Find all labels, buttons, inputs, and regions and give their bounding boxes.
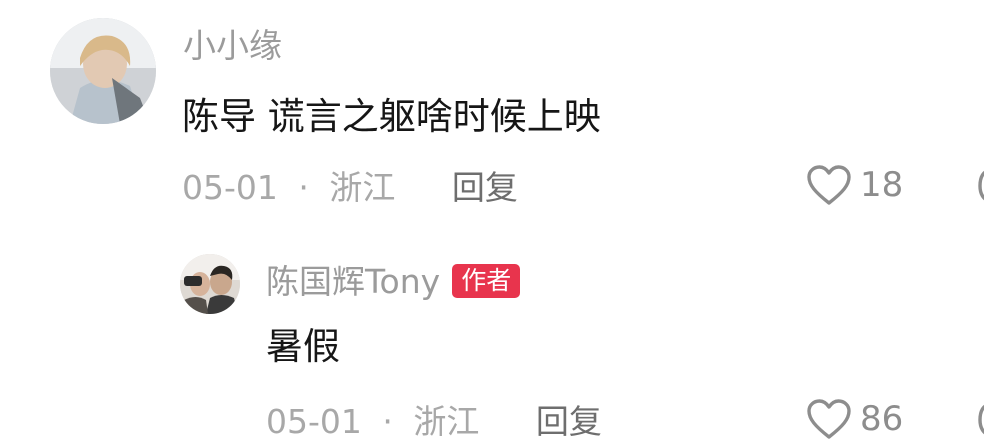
meta-separator: · [382,402,393,441]
avatar[interactable] [180,254,240,314]
comment-date: 05-01 [182,168,278,207]
reply-date: 05-01 [266,402,362,441]
comment-location: 浙江 [329,168,396,207]
reply-text: 暑假 [266,325,340,368]
comment-username[interactable]: 小小缘 [183,26,282,66]
dislike-icon[interactable] [972,164,984,208]
like-count: 86 [860,399,904,439]
dislike-icon[interactable] [972,398,984,442]
like-button[interactable]: 86 [806,398,903,440]
like-button[interactable]: 18 [806,164,903,206]
comment-item: 小小缘 陈导 谎言之躯啥时候上映 05-01 · 浙江 回复 18 [0,0,984,240]
reply-item: 陈国辉Tony 作者 暑假 05-01 · 浙江 回复 86 [0,240,984,441]
avatar-photo-icon [180,254,240,314]
avatar[interactable] [50,18,156,124]
reply-username-row: 陈国辉Tony 作者 [266,262,521,302]
avatar-photo-icon [50,18,156,124]
reply-username[interactable]: 陈国辉Tony [266,262,440,301]
heart-outline-icon [807,165,851,205]
author-badge: 作者 [452,263,521,298]
reply-location: 浙江 [413,402,480,441]
heart-outline-icon [807,399,851,439]
comment-text: 陈导 谎言之躯啥时候上映 [182,95,601,138]
reply-meta: 05-01 · 浙江 回复 [266,402,602,442]
reply-button[interactable]: 回复 [452,168,518,207]
comment-meta: 05-01 · 浙江 回复 [182,168,518,208]
reply-button[interactable]: 回复 [536,402,602,441]
meta-separator: · [298,168,309,207]
like-count: 18 [860,165,904,205]
